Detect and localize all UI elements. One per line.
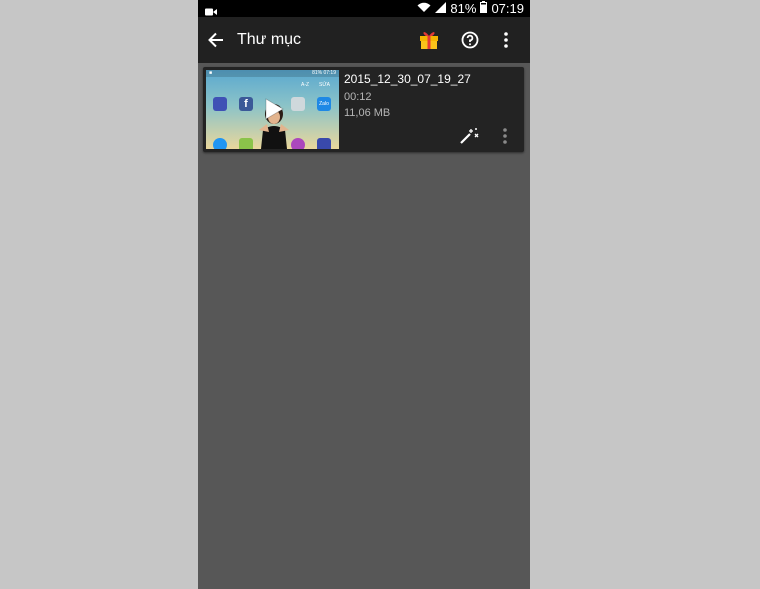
thumbnail-app-icon xyxy=(291,138,305,149)
video-filename: 2015_12_30_07_19_27 xyxy=(344,72,471,86)
wifi-icon xyxy=(417,1,431,16)
zalo-icon: Zalo xyxy=(317,97,331,111)
thumbnail-app-icon xyxy=(213,97,227,111)
magic-wand-icon[interactable] xyxy=(459,125,479,150)
status-time: 07:19 xyxy=(491,1,524,16)
battery-icon xyxy=(480,1,488,16)
video-card[interactable]: ■ 81% 07:19 A-Z SỬA f Zalo 2015_12_30_07… xyxy=(203,67,524,152)
thumbnail-battery: 81% xyxy=(312,70,323,76)
video-thumbnail[interactable]: ■ 81% 07:19 A-Z SỬA f Zalo xyxy=(206,70,339,149)
thumbnail-edit-label: SỬA xyxy=(319,82,330,88)
thumbnail-app-icon xyxy=(291,97,305,111)
help-icon[interactable] xyxy=(461,31,479,54)
battery-percent: 81% xyxy=(450,1,477,16)
play-icon[interactable] xyxy=(264,98,284,120)
facebook-icon: f xyxy=(239,97,253,111)
thumbnail-app-icon xyxy=(317,138,331,149)
video-duration: 00:12 xyxy=(344,91,372,103)
thumbnail-sort-label: A-Z xyxy=(301,82,310,88)
thumbnail-status-bar: ■ 81% 07:19 xyxy=(206,70,339,77)
more-vert-icon[interactable] xyxy=(503,31,509,54)
back-arrow-icon[interactable] xyxy=(207,31,225,54)
thumbnail-time: 07:19 xyxy=(323,70,336,76)
phone-screen: 81% 07:19 Thư mục ■ 81% 07:19 A-Z SỬA f … xyxy=(198,0,530,589)
page-title: Thư mục xyxy=(237,31,302,48)
status-bar: 81% 07:19 xyxy=(198,0,530,17)
messenger-icon xyxy=(213,138,227,149)
gift-icon[interactable] xyxy=(418,28,440,55)
app-bar: Thư mục xyxy=(198,17,530,63)
video-size: 11,06 MB xyxy=(344,107,391,119)
video-info: 2015_12_30_07_19_27 00:12 11,06 MB xyxy=(344,72,471,119)
video-more-icon[interactable] xyxy=(502,127,508,150)
thumbnail-camera-glyph: ■ xyxy=(209,70,213,76)
android-icon xyxy=(239,138,253,149)
signal-icon xyxy=(435,1,447,16)
